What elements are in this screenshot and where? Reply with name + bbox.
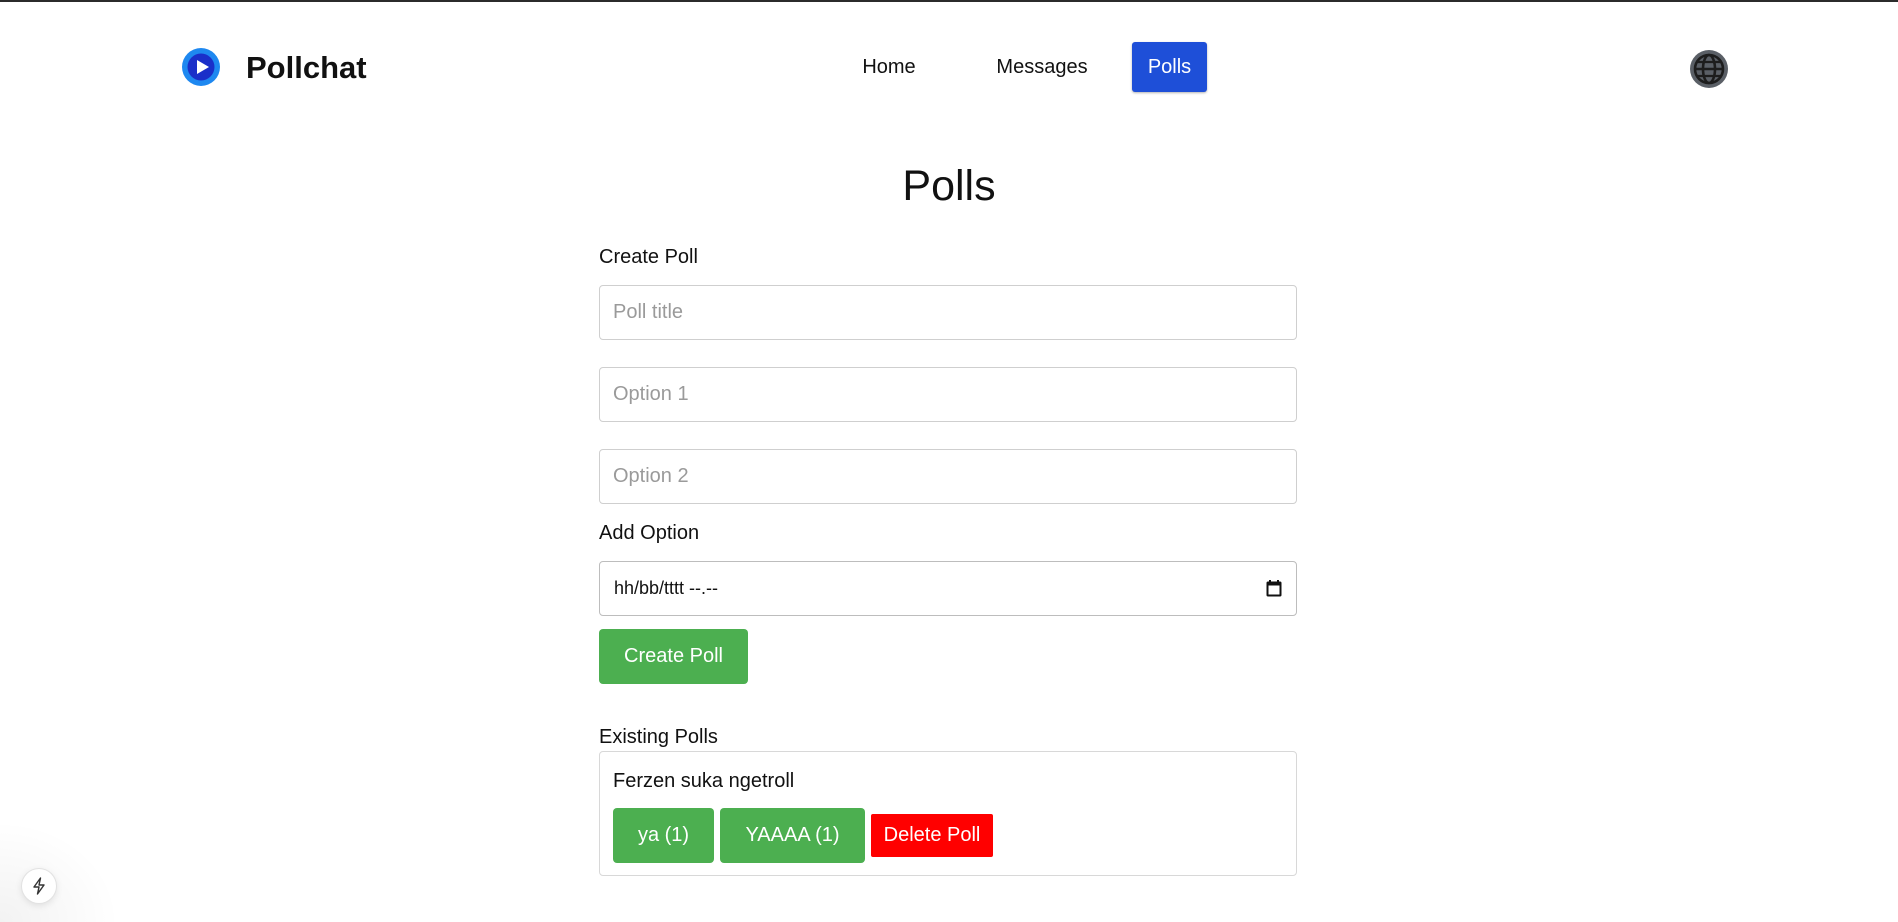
poll-title-input[interactable] bbox=[600, 286, 1296, 339]
delete-poll-button[interactable]: Delete Poll bbox=[871, 814, 993, 857]
nav-messages[interactable]: Messages bbox=[985, 42, 1099, 92]
calendar-icon[interactable] bbox=[1266, 580, 1282, 597]
nav-polls[interactable]: Polls bbox=[1132, 42, 1207, 92]
option-1-input[interactable] bbox=[600, 368, 1296, 421]
corner-shadow bbox=[0, 820, 120, 922]
dev-tools-button[interactable] bbox=[22, 869, 56, 903]
option-2-field[interactable] bbox=[599, 449, 1297, 504]
datetime-value: hh/bb/tttt --.-- bbox=[614, 578, 719, 598]
site-header: Pollchat Home Messages Polls bbox=[0, 2, 1898, 132]
add-option-link[interactable]: Add Option bbox=[599, 522, 699, 545]
lightning-icon bbox=[33, 877, 45, 895]
deadline-datetime-input[interactable]: hh/bb/tttt --.-- bbox=[599, 561, 1297, 616]
option-2-input[interactable] bbox=[600, 450, 1296, 503]
page-title: Polls bbox=[902, 162, 996, 210]
nav-home[interactable]: Home bbox=[847, 42, 931, 92]
create-poll-heading: Create Poll bbox=[599, 246, 698, 268]
poll-title-field[interactable] bbox=[599, 285, 1297, 340]
brand-name[interactable]: Pollchat bbox=[246, 50, 367, 86]
vote-option-button[interactable]: YAAAA (1) bbox=[720, 808, 865, 863]
create-poll-button[interactable]: Create Poll bbox=[599, 629, 748, 684]
poll-title: Ferzen suka ngetroll bbox=[613, 770, 795, 792]
existing-polls-heading: Existing Polls bbox=[599, 726, 718, 748]
vote-option-button[interactable]: ya (1) bbox=[613, 808, 714, 863]
option-1-field[interactable] bbox=[599, 367, 1297, 422]
globe-icon[interactable] bbox=[1689, 49, 1729, 89]
play-logo-icon[interactable] bbox=[181, 47, 221, 87]
poll-card: Ferzen suka ngetroll ya (1) YAAAA (1) De… bbox=[599, 751, 1297, 876]
